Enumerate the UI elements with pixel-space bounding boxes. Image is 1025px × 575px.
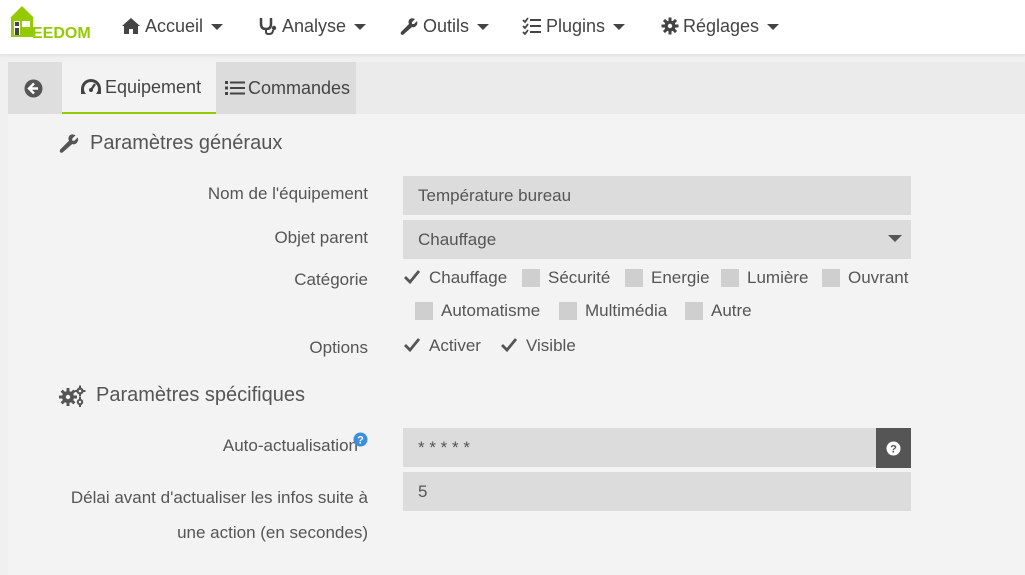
- delay-value: 5: [418, 481, 428, 501]
- tasks-icon: [522, 17, 541, 35]
- cog-icon: [661, 17, 679, 35]
- category-energie-label: Energie: [651, 268, 710, 287]
- list-icon: [225, 81, 245, 95]
- chevron-down-icon: [767, 24, 780, 30]
- checkbox-box: [822, 269, 840, 287]
- nav-accueil[interactable]: Accueil: [121, 14, 224, 38]
- category-chauffage-checkbox[interactable]: Chauffage: [403, 268, 507, 288]
- tab-equipement[interactable]: Equipement: [62, 62, 216, 114]
- equipment-name-label: Nom de l'équipement: [207, 184, 368, 203]
- category-energie-checkbox[interactable]: Energie: [625, 268, 710, 288]
- checkbox-box: [559, 302, 577, 320]
- category-multimedia-checkbox[interactable]: Multimédia: [559, 301, 667, 321]
- autorefresh-input[interactable]: * * * * *: [403, 428, 876, 467]
- nav-analyse-label: Analyse: [282, 15, 347, 36]
- autorefresh-label: Auto-actualisation: [222, 436, 358, 455]
- equipment-name-input[interactable]: Température bureau: [403, 176, 911, 215]
- equipment-name-value: Température bureau: [418, 185, 572, 205]
- chevron-down-icon: [211, 24, 224, 30]
- nav-outils-label: Outils: [423, 15, 470, 36]
- tabs-bar: Equipement Commandes: [8, 62, 1025, 114]
- category-lumiere-checkbox[interactable]: Lumière: [721, 268, 808, 288]
- specific-title-text: Paramètres spécifiques: [96, 384, 305, 406]
- delay-label-line2: une action (en secondes): [177, 523, 368, 542]
- nav-analyse[interactable]: Analyse: [258, 14, 367, 38]
- wrench-icon: [400, 17, 418, 35]
- option-visible-label: Visible: [526, 336, 576, 355]
- svg-text:?: ?: [357, 435, 364, 447]
- checkbox-box: [721, 269, 739, 287]
- check-icon: [404, 270, 421, 285]
- top-navbar: EEDOM Accueil Analyse Outils Plugins Rég…: [0, 0, 1025, 55]
- category-lumiere-label: Lumière: [747, 268, 809, 287]
- parent-object-select[interactable]: Chauffage: [403, 220, 911, 259]
- tachometer-icon: [81, 79, 101, 96]
- category-chauffage-label: Chauffage: [429, 268, 508, 287]
- parent-object-label: Objet parent: [274, 228, 368, 247]
- option-activer-checkbox[interactable]: Activer: [403, 336, 481, 356]
- checkbox-box: [403, 269, 421, 287]
- general-title-text: Paramètres généraux: [90, 132, 283, 154]
- checkbox-box: [685, 302, 703, 320]
- category-ouvrant-checkbox[interactable]: Ouvrant: [822, 268, 908, 288]
- chevron-down-icon: [888, 235, 902, 242]
- category-multimedia-label: Multimédia: [585, 301, 668, 320]
- cogs-icon: [59, 385, 86, 407]
- checkbox-box: [522, 269, 540, 287]
- jeedom-logo[interactable]: EEDOM: [8, 4, 98, 44]
- tab-commandes[interactable]: Commandes: [216, 62, 356, 114]
- back-button[interactable]: [8, 62, 62, 114]
- checkbox-box: [500, 337, 518, 355]
- delay-label: Délai avant d'actualiser les infos suite…: [71, 480, 368, 550]
- autorefresh-value: * * * * *: [418, 437, 470, 457]
- general-section-title: Paramètres généraux: [59, 132, 282, 155]
- category-ouvrant-label: Ouvrant: [848, 268, 909, 287]
- nav-reglages-label: Réglages: [683, 15, 760, 36]
- category-label: Catégorie: [294, 270, 368, 289]
- equipment-panel: Equipement Commandes Paramètres généraux…: [8, 62, 1025, 575]
- specific-section-title: Paramètres spécifiques: [59, 384, 305, 407]
- check-icon: [501, 338, 518, 353]
- tab-commandes-label: Commandes: [248, 77, 351, 98]
- nav-plugins-label: Plugins: [546, 15, 606, 36]
- nav-outils[interactable]: Outils: [400, 14, 490, 38]
- question-circle-icon: ?: [886, 441, 901, 455]
- delay-label-line1: Délai avant d'actualiser les infos suite…: [70, 488, 368, 507]
- option-activer-label: Activer: [429, 336, 481, 355]
- svg-text:?: ?: [890, 443, 897, 455]
- chevron-down-icon: [354, 24, 367, 30]
- home-icon: [122, 18, 140, 34]
- check-icon: [404, 338, 421, 353]
- category-autre-label: Autre: [711, 301, 752, 320]
- chevron-down-icon: [477, 24, 490, 30]
- nav-reglages[interactable]: Réglages: [661, 14, 780, 38]
- checkbox-box: [403, 337, 421, 355]
- nav-plugins[interactable]: Plugins: [522, 14, 626, 38]
- option-visible-checkbox[interactable]: Visible: [500, 336, 576, 356]
- category-autre-checkbox[interactable]: Autre: [685, 301, 752, 321]
- stethoscope-icon: [259, 18, 277, 36]
- arrow-circle-left-icon: [24, 79, 43, 97]
- checkbox-box: [625, 269, 643, 287]
- checkbox-box: [415, 302, 433, 320]
- chevron-down-icon: [613, 24, 626, 30]
- options-label: Options: [309, 338, 368, 357]
- tab-equipement-label: Equipement: [105, 76, 202, 97]
- parent-object-value: Chauffage: [418, 229, 497, 249]
- question-circle-icon[interactable]: ?: [353, 432, 368, 447]
- delay-input[interactable]: 5: [403, 472, 911, 511]
- cron-help-button[interactable]: ?: [876, 428, 911, 468]
- logo-text: EEDOM: [32, 25, 91, 42]
- category-securite-label: Sécurité: [548, 268, 611, 287]
- wrench-icon: [59, 134, 79, 153]
- category-automatisme-checkbox[interactable]: Automatisme: [415, 301, 540, 321]
- category-securite-checkbox[interactable]: Sécurité: [522, 268, 610, 288]
- category-automatisme-label: Automatisme: [441, 301, 541, 320]
- nav-accueil-label: Accueil: [145, 15, 204, 36]
